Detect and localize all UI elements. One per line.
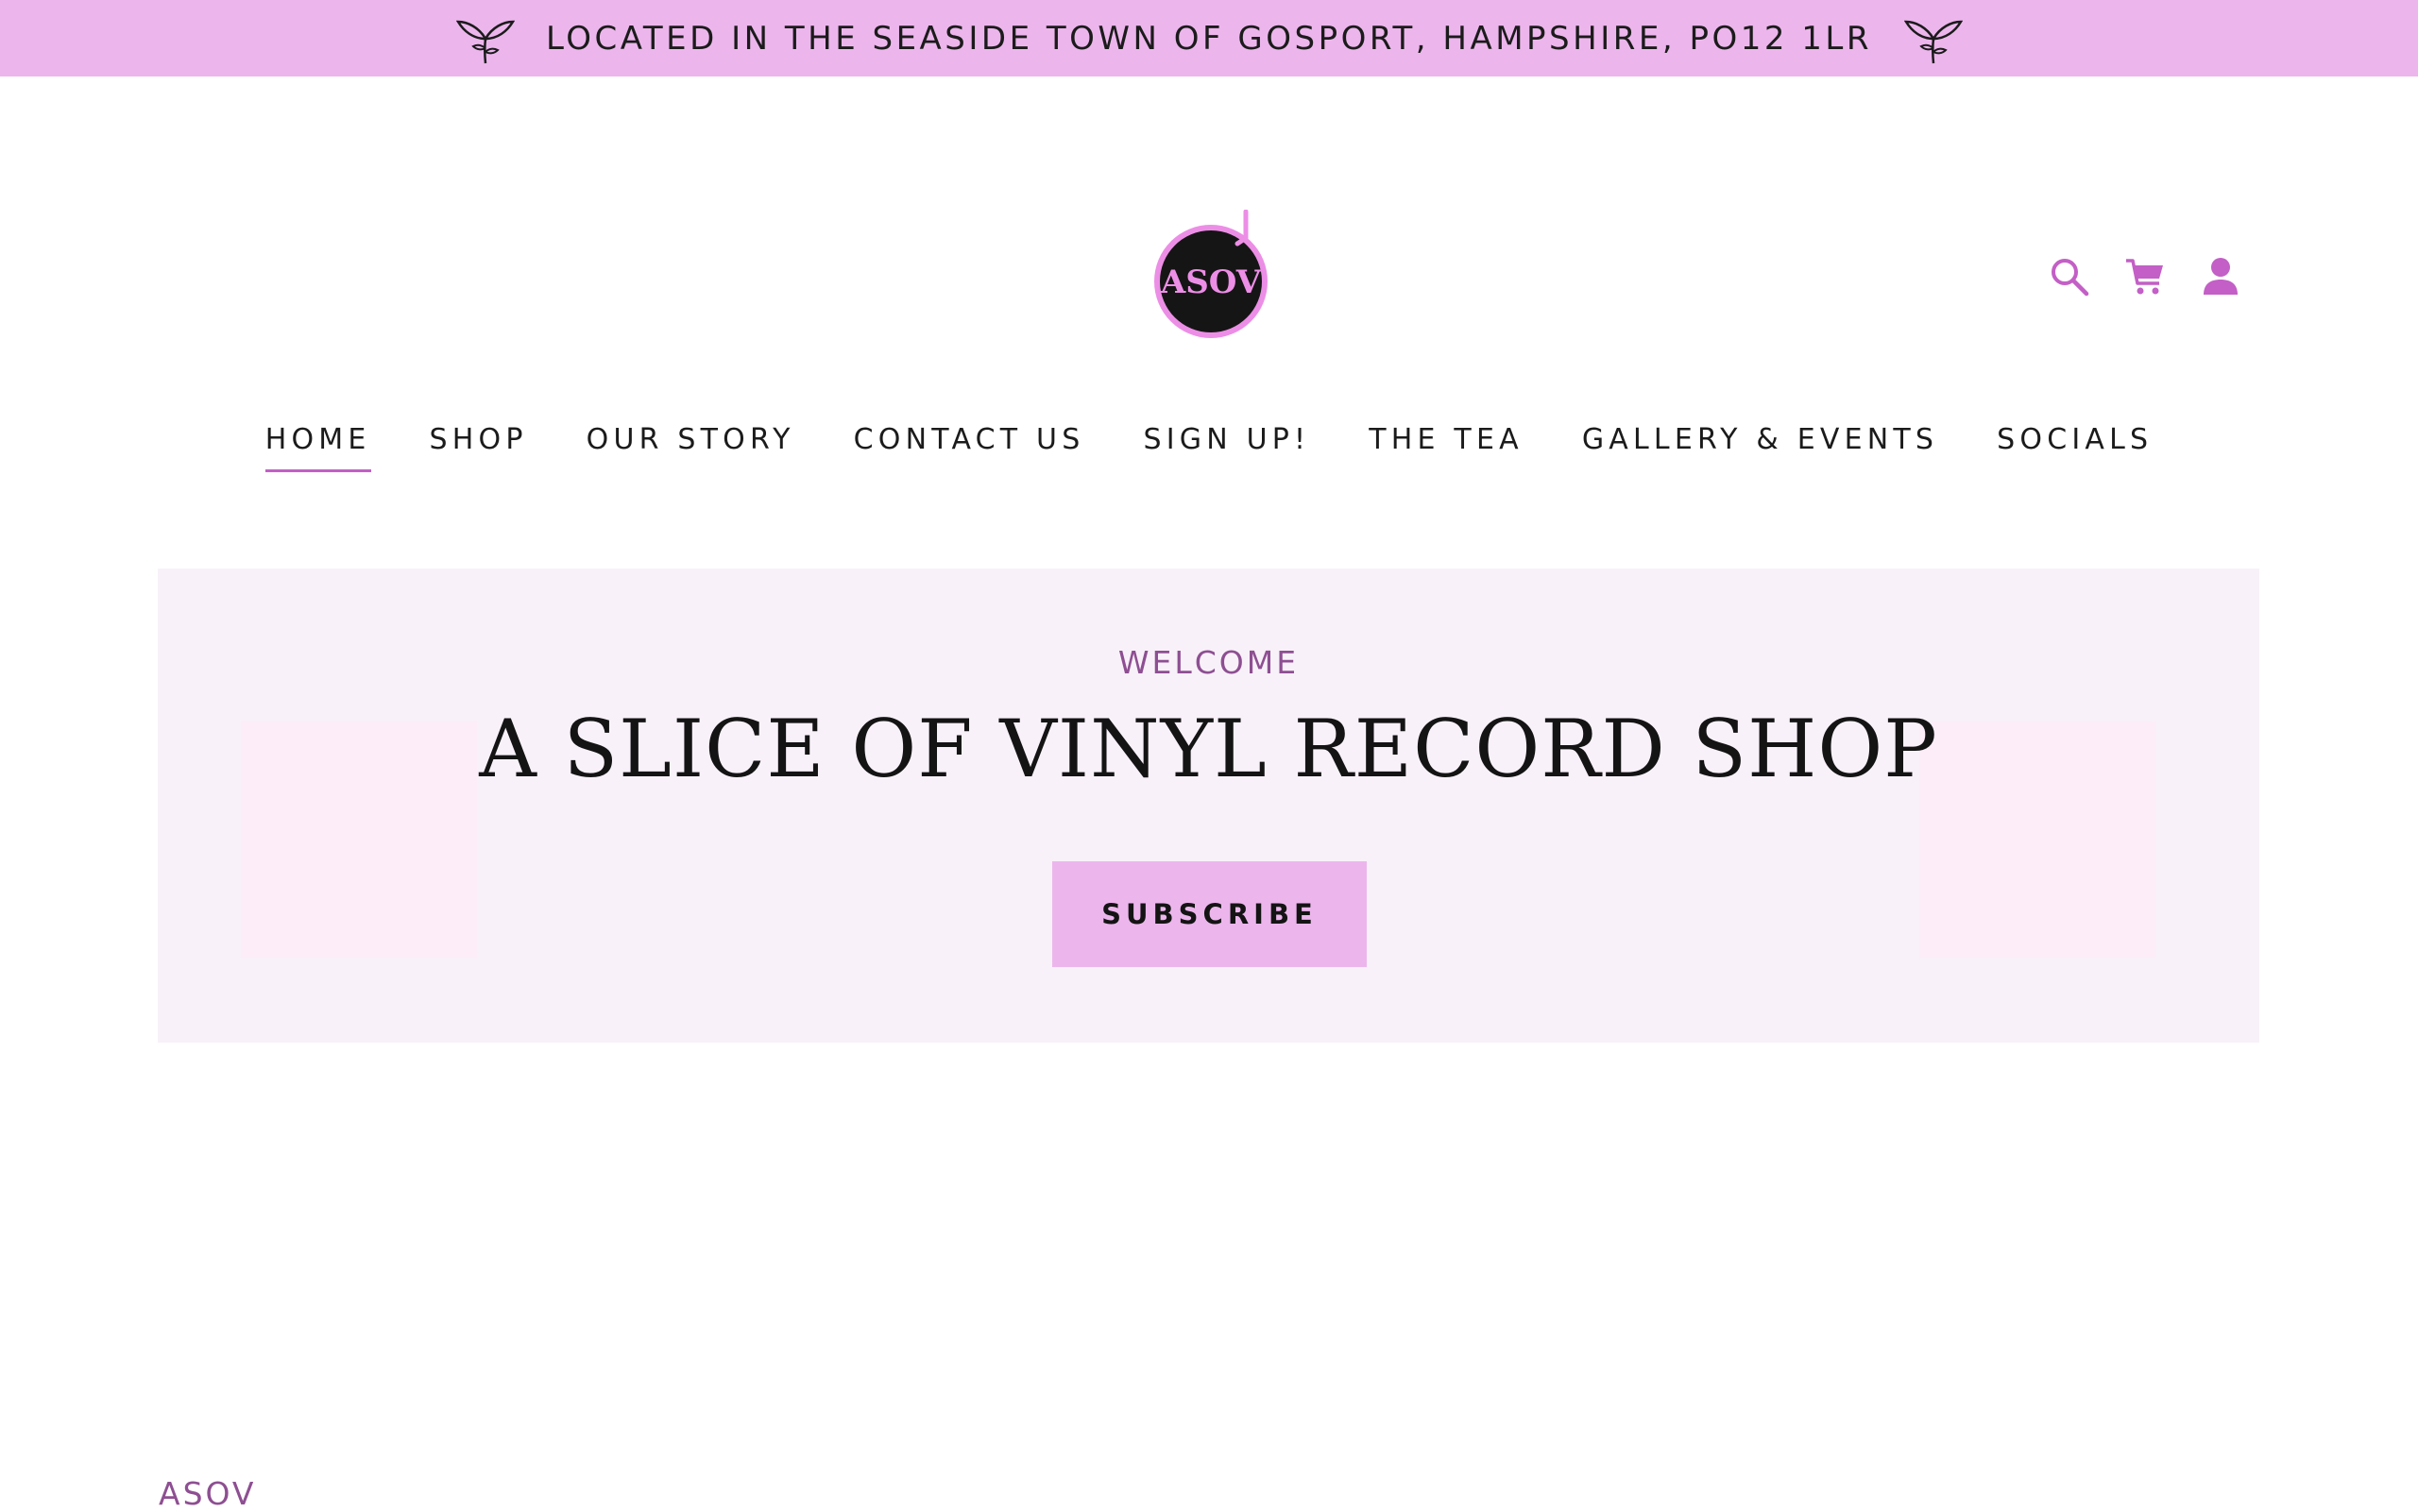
- account-icon[interactable]: [2199, 255, 2242, 298]
- announcement-bar: LOCATED IN THE SEASIDE TOWN OF GOSPORT, …: [0, 0, 2418, 76]
- leaf-sprout-icon: [1904, 20, 1963, 64]
- main-nav: HOME SHOP OUR STORY CONTACT US SIGN UP! …: [0, 417, 2418, 472]
- subscribe-button[interactable]: SUBSCRIBE: [1052, 861, 1367, 967]
- leaf-sprout-icon: [456, 20, 515, 64]
- logo-text: ASOV: [1160, 263, 1262, 301]
- site-logo[interactable]: ASOV: [1149, 210, 1277, 344]
- cart-icon[interactable]: [2123, 255, 2167, 298]
- footer-brand: ASOV: [159, 1475, 257, 1512]
- nav-item-contact-us[interactable]: CONTACT US: [854, 417, 1085, 472]
- nav-item-home[interactable]: HOME: [264, 417, 371, 472]
- nav-item-the-tea[interactable]: THE TEA: [1369, 417, 1524, 472]
- nav-item-gallery-events[interactable]: GALLERY & EVENTS: [1582, 417, 1938, 472]
- announcement-text: LOCATED IN THE SEASIDE TOWN OF GOSPORT, …: [546, 19, 1872, 58]
- hero-banner: WELCOME A SLICE OF VINYL RECORD SHOP SUB…: [158, 569, 2259, 1043]
- hero-title: A SLICE OF VINYL RECORD SHOP: [479, 703, 1938, 795]
- nav-item-our-story[interactable]: OUR STORY: [587, 417, 795, 472]
- nav-item-shop[interactable]: SHOP: [430, 417, 528, 472]
- search-icon[interactable]: [2048, 255, 2091, 298]
- hero-eyebrow: WELCOME: [1117, 644, 1300, 681]
- nav-item-sign-up[interactable]: SIGN UP!: [1143, 417, 1310, 472]
- nav-item-socials[interactable]: SOCIALS: [1997, 417, 2153, 472]
